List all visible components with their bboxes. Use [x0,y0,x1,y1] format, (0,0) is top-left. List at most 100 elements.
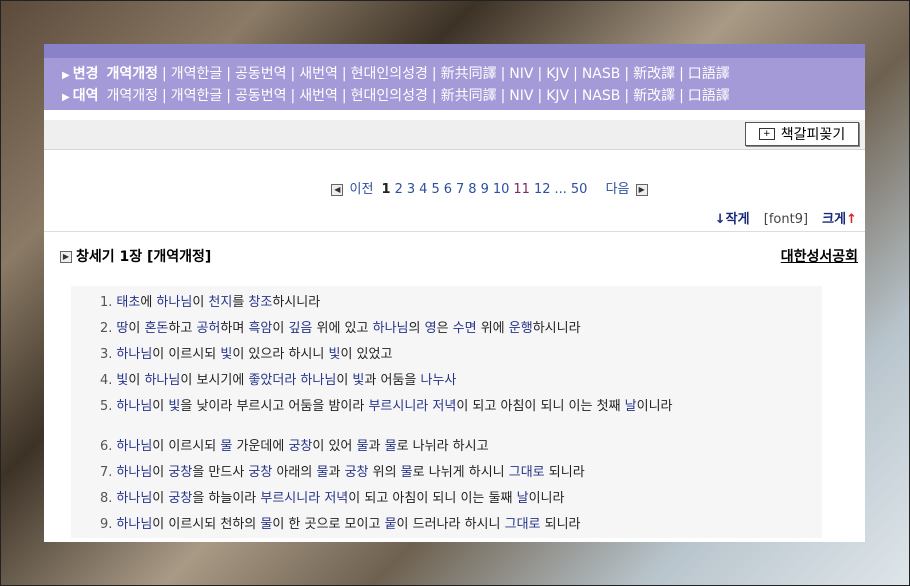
verse-text: 하나님이 이르시되 천하의 물이 한 곳으로 모이고 뭍이 드러나라 하시니 그… [116,517,581,532]
separator: | [537,66,543,82]
separator: | [226,66,231,82]
page-link[interactable]: 1 [382,182,391,197]
verse-text: 태초에 하나님이 천지를 창조하시니라 [116,295,321,310]
next-link[interactable]: 다음 [606,182,630,197]
compare-version-link[interactable]: 개역한글 [171,88,223,104]
verse-item: 4. 빛이 하나님이 보시기에 좋았더라 하나님이 빛과 어둠을 나누사 [71,368,822,394]
version-selector: ▶ 변경 개역개정 | 개역한글 | 공동번역 | 새번역 | 현대인의성경 | 新共同譯 | NIV | KJ… [44,58,865,110]
change-version-link[interactable]: NASB [582,66,621,82]
compare-version-link[interactable]: KJV [546,88,569,104]
compare-version-link[interactable]: 新共同譯 [441,88,497,104]
font-bigger-link[interactable]: 크게↑ [822,212,857,227]
separator: | [624,88,630,104]
prev-arrow-icon[interactable]: ◀ [331,183,344,196]
compare-version-link[interactable]: NIV [509,88,533,104]
triangle-right-icon: ▶ [62,92,70,103]
separator: | [624,66,630,82]
compare-version-link[interactable]: 개역개정 [106,88,158,104]
separator: | [226,88,231,104]
page-link[interactable]: 11 [513,182,530,197]
verse-text: 하나님이 이르시되 물 가운데에 궁창이 있어 물과 물로 나뉘라 하시고 [116,439,489,454]
change-version-link[interactable]: 新改譯 [633,66,675,82]
compare-version-link[interactable]: 새번역 [299,88,338,104]
compare-version-link[interactable]: NASB [582,88,621,104]
change-version-link[interactable]: 新共同譯 [441,66,497,82]
chapter-title: 창세기 1장 [개역개정] [76,249,212,265]
page-link-last[interactable]: 50 [571,182,588,197]
change-version-link[interactable]: 현대인의성경 [351,66,428,82]
compare-label: 대역 [72,88,99,104]
arrow-up-icon: ↑ [846,212,857,227]
change-version-link[interactable]: 口語譯 [688,66,730,82]
font-bigger-label: 크게 [822,212,847,227]
verse-number: 7. [100,465,113,480]
separator: | [341,66,347,82]
verse-item: 3. 하나님이 이르시되 빛이 있으라 하시니 빛이 있었고 [71,342,822,368]
bookmark-icon: + [758,128,775,140]
separator: | [679,88,684,104]
page-link[interactable]: 2 [395,182,403,197]
verse-text: 하나님이 빛을 낮이라 부르시고 어둠을 밤이라 부르시니라 저녁이 되고 아침… [116,399,673,414]
pagination: ◀ 이전 1 2 3 4 5 6 7 8 9 10 11 12... 50 다음 ▶ [44,180,865,200]
verse-number: 5. [100,399,113,414]
page-link[interactable]: 8 [468,182,476,197]
change-version-link[interactable]: 공동번역 [235,66,287,82]
separator: | [341,88,347,104]
page-link[interactable]: 9 [481,182,489,197]
prev-link[interactable]: 이전 [349,182,373,197]
verse-number: 6. [100,439,113,454]
verse-item: 1. 태초에 하나님이 천지를 창조하시니라 [71,290,822,316]
page-link[interactable]: 6 [444,182,452,197]
separator: | [431,88,437,104]
change-version-link[interactable]: 개역개정 [106,66,158,82]
change-version-link[interactable]: 개역한글 [171,66,223,82]
bookmark-label: 책갈피꽂기 [780,127,846,143]
change-version-link[interactable]: NIV [509,66,533,82]
separator: | [162,88,167,104]
verse-list: 1. 태초에 하나님이 천지를 창조하시니라 2. 땅이 혼돈하고 공허하며 흑암이 … [71,286,822,538]
page-link[interactable]: 12 [534,182,551,197]
verse-item: 9. 하나님이 이르시되 천하의 물이 한 곳으로 모이고 뭍이 드러나라 하시니… [71,512,822,538]
page-link[interactable]: 3 [407,182,415,197]
compare-version-link[interactable]: 新改譯 [633,88,675,104]
compare-version-list: 개역개정 | 개역한글 | 공동번역 | 새번역 | 현대인의성경 | 新共同譯 | NIV | KJV | N… [106,88,729,104]
change-version-link[interactable]: 새번역 [299,66,338,82]
separator: | [573,66,578,82]
page-link[interactable]: 4 [419,182,427,197]
bookmark-bar: + 책갈피꽂기 [44,120,865,150]
chapter-header: ▶ 창세기 1장 [개역개정] 대한성서공회 [44,246,865,268]
page-link[interactable]: 5 [431,182,439,197]
verse-text: 하나님이 궁창을 만드사 궁창 아래의 물과 궁창 위의 물로 나뉘게 하시니 … [116,465,585,480]
change-version-link[interactable]: KJV [546,66,569,82]
separator: | [679,66,684,82]
play-icon[interactable]: ▶ [60,251,72,263]
publisher-link[interactable]: 대한성서공회 [781,246,858,268]
verse-item: 7. 하나님이 궁창을 만드사 궁창 아래의 물과 궁창 위의 물로 나뉘게 하시… [71,460,822,486]
verse-item: 8. 하나님이 궁창을 하늘이라 부르시니라 저녁이 되고 아침이 되니 이는 둘… [71,486,822,512]
verse-number: 8. [100,491,113,506]
verse-item: 2. 땅이 혼돈하고 공허하며 흑암이 깊음 위에 있고 하나님의 영은 수면 위… [71,316,822,342]
verse-number: 2. [100,321,113,336]
verse-text: 하나님이 궁창을 하늘이라 부르시니라 저녁이 되고 아침이 되니 이는 둘째 … [116,491,565,506]
verse-number: 1. [100,295,113,310]
verse-number: 9. [100,517,113,532]
top-accent-bar [44,44,865,58]
page-link[interactable]: 10 [493,182,510,197]
page-numbers: 1 2 3 4 5 6 7 8 9 10 11 12... 50 [380,182,600,197]
next-arrow-icon[interactable]: ▶ [635,183,648,196]
compare-version-link[interactable]: 口語譯 [688,88,730,104]
font-smaller-link[interactable]: ↓작게 [715,212,750,227]
font-size-indicator: [font9] [763,212,809,227]
compare-version-link[interactable]: 공동번역 [235,88,287,104]
font-size-controls: ↓작게 [font9] 크게↑ [44,208,865,232]
page-link[interactable]: 7 [456,182,464,197]
separator: | [162,66,167,82]
bible-panel: ▶ 변경 개역개정 | 개역한글 | 공동번역 | 새번역 | 현대인의성경 | 新共同譯 | NIV | KJ… [44,44,865,542]
bookmark-button[interactable]: + 책갈피꽂기 [745,122,859,146]
page-ellipsis: ... [554,182,567,197]
compare-version-link[interactable]: 현대인의성경 [351,88,428,104]
verse-text: 땅이 혼돈하고 공허하며 흑암이 깊음 위에 있고 하나님의 영은 수면 위에 … [116,321,581,336]
compare-version-row: ▶ 대역 개역개정 | 개역한글 | 공동번역 | 새번역 | 현대인의성경 | 新共同譯 | NIV | KJ… [62,85,865,107]
separator: | [500,66,506,82]
change-version-row: ▶ 변경 개역개정 | 개역한글 | 공동번역 | 새번역 | 현대인의성경 | 新共同譯 | NIV | KJ… [62,63,865,85]
